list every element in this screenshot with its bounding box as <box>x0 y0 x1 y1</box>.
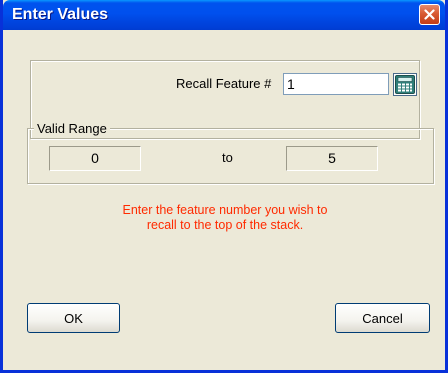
instruction-line-1: Enter the feature number you wish to <box>122 203 328 217</box>
instruction-text: Enter the feature number you wish to rec… <box>100 203 350 233</box>
calculator-icon <box>395 75 415 94</box>
recall-feature-label: Recall Feature # <box>176 76 272 91</box>
ok-button[interactable]: OK <box>27 303 120 333</box>
recall-feature-input[interactable] <box>283 73 389 95</box>
valid-range-legend: Valid Range <box>34 121 110 136</box>
range-max-value: 5 <box>286 146 378 171</box>
range-to-label: to <box>222 150 233 165</box>
close-button[interactable] <box>419 4 440 25</box>
window-title: Enter Values <box>12 6 109 23</box>
calculator-button[interactable] <box>393 73 417 96</box>
range-min-value: 0 <box>49 146 141 171</box>
instruction-line-2: recall to the top of the stack. <box>146 218 304 232</box>
cancel-button[interactable]: Cancel <box>335 303 430 333</box>
close-icon <box>424 9 435 20</box>
title-bar[interactable]: Enter Values <box>3 0 445 30</box>
